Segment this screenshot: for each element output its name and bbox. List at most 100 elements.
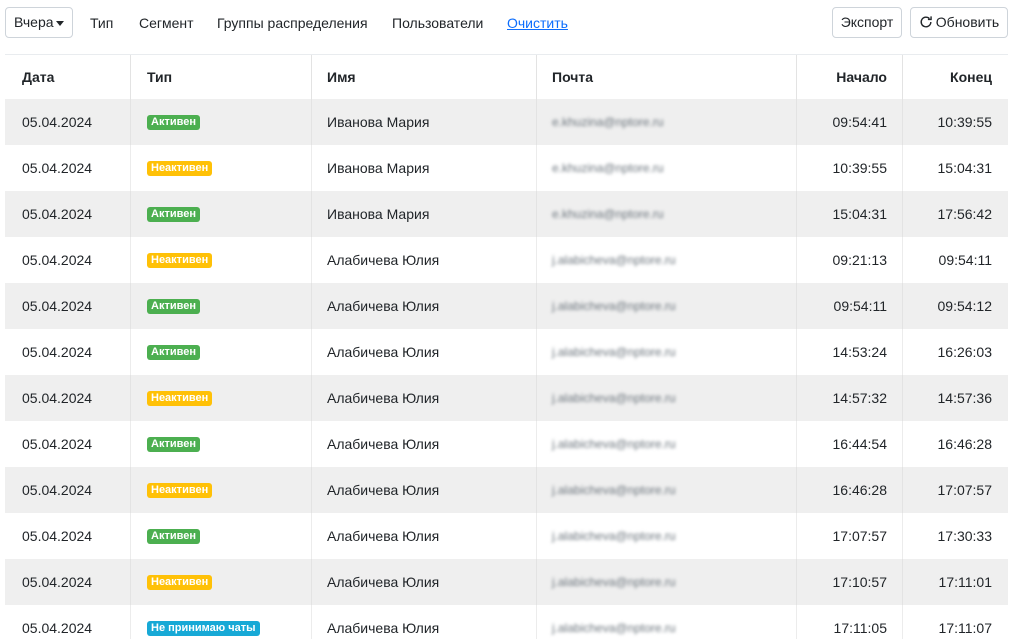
- header-date[interactable]: Дата: [22, 55, 122, 99]
- table-row[interactable]: 05.04.2024 Активен Алабичева Юлия j.alabich…: [5, 283, 1008, 329]
- status-badge: Активен: [147, 298, 200, 314]
- export-button[interactable]: Экспорт: [832, 7, 902, 38]
- filter-distribution-groups[interactable]: Группы распределения: [217, 15, 368, 31]
- column-separator: [536, 329, 537, 375]
- name-cell: Алабичева Юлия: [327, 482, 440, 498]
- email-text: j.alabicheva@nptore.ru: [552, 621, 676, 635]
- table-row[interactable]: 05.04.2024 Активен Иванова Мария e.khuzina@…: [5, 99, 1008, 145]
- name-cell: Алабичева Юлия: [327, 298, 440, 314]
- date-cell: 05.04.2024: [22, 436, 93, 452]
- start-time-cell: 14:53:24: [832, 344, 888, 360]
- name-cell: Иванова Мария: [327, 160, 430, 176]
- email-cell: j.alabicheva@nptore.ru: [552, 237, 792, 283]
- status-badge: Активен: [147, 436, 200, 452]
- table-row[interactable]: 05.04.2024 Активен Алабичева Юлия j.alabich…: [5, 513, 1008, 559]
- column-separator: [311, 237, 312, 283]
- type-cell: Активен: [147, 421, 307, 467]
- type-cell: Неактивен: [147, 375, 307, 421]
- table-header: Дата Тип Имя Почта Начало Конец: [5, 55, 1008, 99]
- column-separator: [130, 467, 131, 513]
- end-time-cell: 17:07:57: [937, 482, 993, 498]
- end-time-cell: 17:11:01: [938, 574, 992, 590]
- header-type[interactable]: Тип: [147, 55, 307, 99]
- table-row[interactable]: 05.04.2024 Не принимаю чаты Алабичева Юлия…: [5, 605, 1008, 639]
- date-cell: 05.04.2024: [22, 206, 93, 222]
- email-text: j.alabicheva@nptore.ru: [552, 299, 676, 313]
- column-separator: [536, 237, 537, 283]
- column-separator: [130, 605, 131, 639]
- type-cell: Активен: [147, 329, 307, 375]
- type-cell: Активен: [147, 513, 307, 559]
- name-cell: Алабичева Юлия: [327, 574, 440, 590]
- column-separator: [311, 421, 312, 467]
- date-cell: 05.04.2024: [22, 114, 93, 130]
- table-row[interactable]: 05.04.2024 Активен Иванова Мария e.khuzina@…: [5, 191, 1008, 237]
- header-end[interactable]: Конец: [903, 55, 992, 99]
- table-row[interactable]: 05.04.2024 Неактивен Алабичева Юлия j.alabi…: [5, 375, 1008, 421]
- toolbar: Вчера Тип Сегмент Группы распределения П…: [0, 0, 1013, 46]
- filter-type[interactable]: Тип: [90, 15, 113, 31]
- end-time-cell: 17:30:33: [937, 528, 993, 544]
- column-separator: [311, 559, 312, 605]
- export-button-label: Экспорт: [840, 14, 894, 30]
- header-email[interactable]: Почта: [552, 55, 792, 99]
- header-start[interactable]: Начало: [797, 55, 887, 99]
- column-separator: [130, 237, 131, 283]
- table-row[interactable]: 05.04.2024 Активен Алабичева Юлия j.alabich…: [5, 329, 1008, 375]
- end-time-cell: 17:56:42: [937, 206, 993, 222]
- column-separator: [311, 191, 312, 237]
- column-separator: [311, 375, 312, 421]
- date-cell: 05.04.2024: [22, 528, 93, 544]
- name-cell: Алабичева Юлия: [327, 528, 440, 544]
- start-time-cell: 16:46:28: [832, 482, 888, 498]
- start-time-cell: 16:44:54: [832, 436, 888, 452]
- email-text: j.alabicheva@nptore.ru: [552, 253, 676, 267]
- table-row[interactable]: 05.04.2024 Неактивен Алабичева Юлия j.alabi…: [5, 467, 1008, 513]
- refresh-icon: [919, 10, 933, 39]
- table-row[interactable]: 05.04.2024 Активен Алабичева Юлия j.alabich…: [5, 421, 1008, 467]
- column-separator: [130, 375, 131, 421]
- column-separator: [311, 605, 312, 639]
- column-separator: [311, 145, 312, 191]
- email-cell: j.alabicheva@nptore.ru: [552, 467, 792, 513]
- email-cell: e.khuzina@nptore.ru: [552, 145, 792, 191]
- email-cell: j.alabicheva@nptore.ru: [552, 605, 792, 639]
- status-badge: Неактивен: [147, 252, 213, 268]
- table-row[interactable]: 05.04.2024 Неактивен Алабичева Юлия j.alabi…: [5, 237, 1008, 283]
- date-cell: 05.04.2024: [22, 482, 93, 498]
- name-cell: Алабичева Юлия: [327, 620, 440, 636]
- refresh-button[interactable]: Обновить: [910, 7, 1008, 38]
- column-separator: [536, 467, 537, 513]
- period-dropdown-label: Вчера: [14, 14, 54, 30]
- column-separator: [130, 559, 131, 605]
- column-separator: [130, 191, 131, 237]
- date-cell: 05.04.2024: [22, 160, 93, 176]
- start-time-cell: 09:54:11: [833, 298, 887, 314]
- filter-segment[interactable]: Сегмент: [139, 15, 194, 31]
- column-separator: [536, 375, 537, 421]
- column-separator: [130, 329, 131, 375]
- column-separator: [130, 145, 131, 191]
- type-cell: Активен: [147, 99, 307, 145]
- column-separator: [536, 191, 537, 237]
- type-cell: Активен: [147, 191, 307, 237]
- email-text: j.alabicheva@nptore.ru: [552, 391, 676, 405]
- table-row[interactable]: 05.04.2024 Неактивен Иванова Мария e.khuzin…: [5, 145, 1008, 191]
- header-name[interactable]: Имя: [327, 55, 527, 99]
- email-text: e.khuzina@nptore.ru: [552, 161, 664, 175]
- type-cell: Активен: [147, 283, 307, 329]
- column-separator: [536, 99, 537, 145]
- clear-filters-link[interactable]: Очистить: [507, 15, 568, 31]
- email-text: j.alabicheva@nptore.ru: [552, 529, 676, 543]
- filter-users[interactable]: Пользователи: [392, 15, 483, 31]
- table-body: 05.04.2024 Активен Иванова Мария e.khuzina@…: [5, 99, 1008, 639]
- start-time-cell: 15:04:31: [832, 206, 888, 222]
- column-separator: [130, 513, 131, 559]
- start-time-cell: 09:54:41: [832, 114, 888, 130]
- column-separator: [311, 55, 312, 99]
- name-cell: Иванова Мария: [327, 114, 430, 130]
- status-badge: Активен: [147, 206, 200, 222]
- table-row[interactable]: 05.04.2024 Неактивен Алабичева Юлия j.alabi…: [5, 559, 1008, 605]
- column-separator: [130, 283, 131, 329]
- period-dropdown[interactable]: Вчера: [5, 7, 73, 38]
